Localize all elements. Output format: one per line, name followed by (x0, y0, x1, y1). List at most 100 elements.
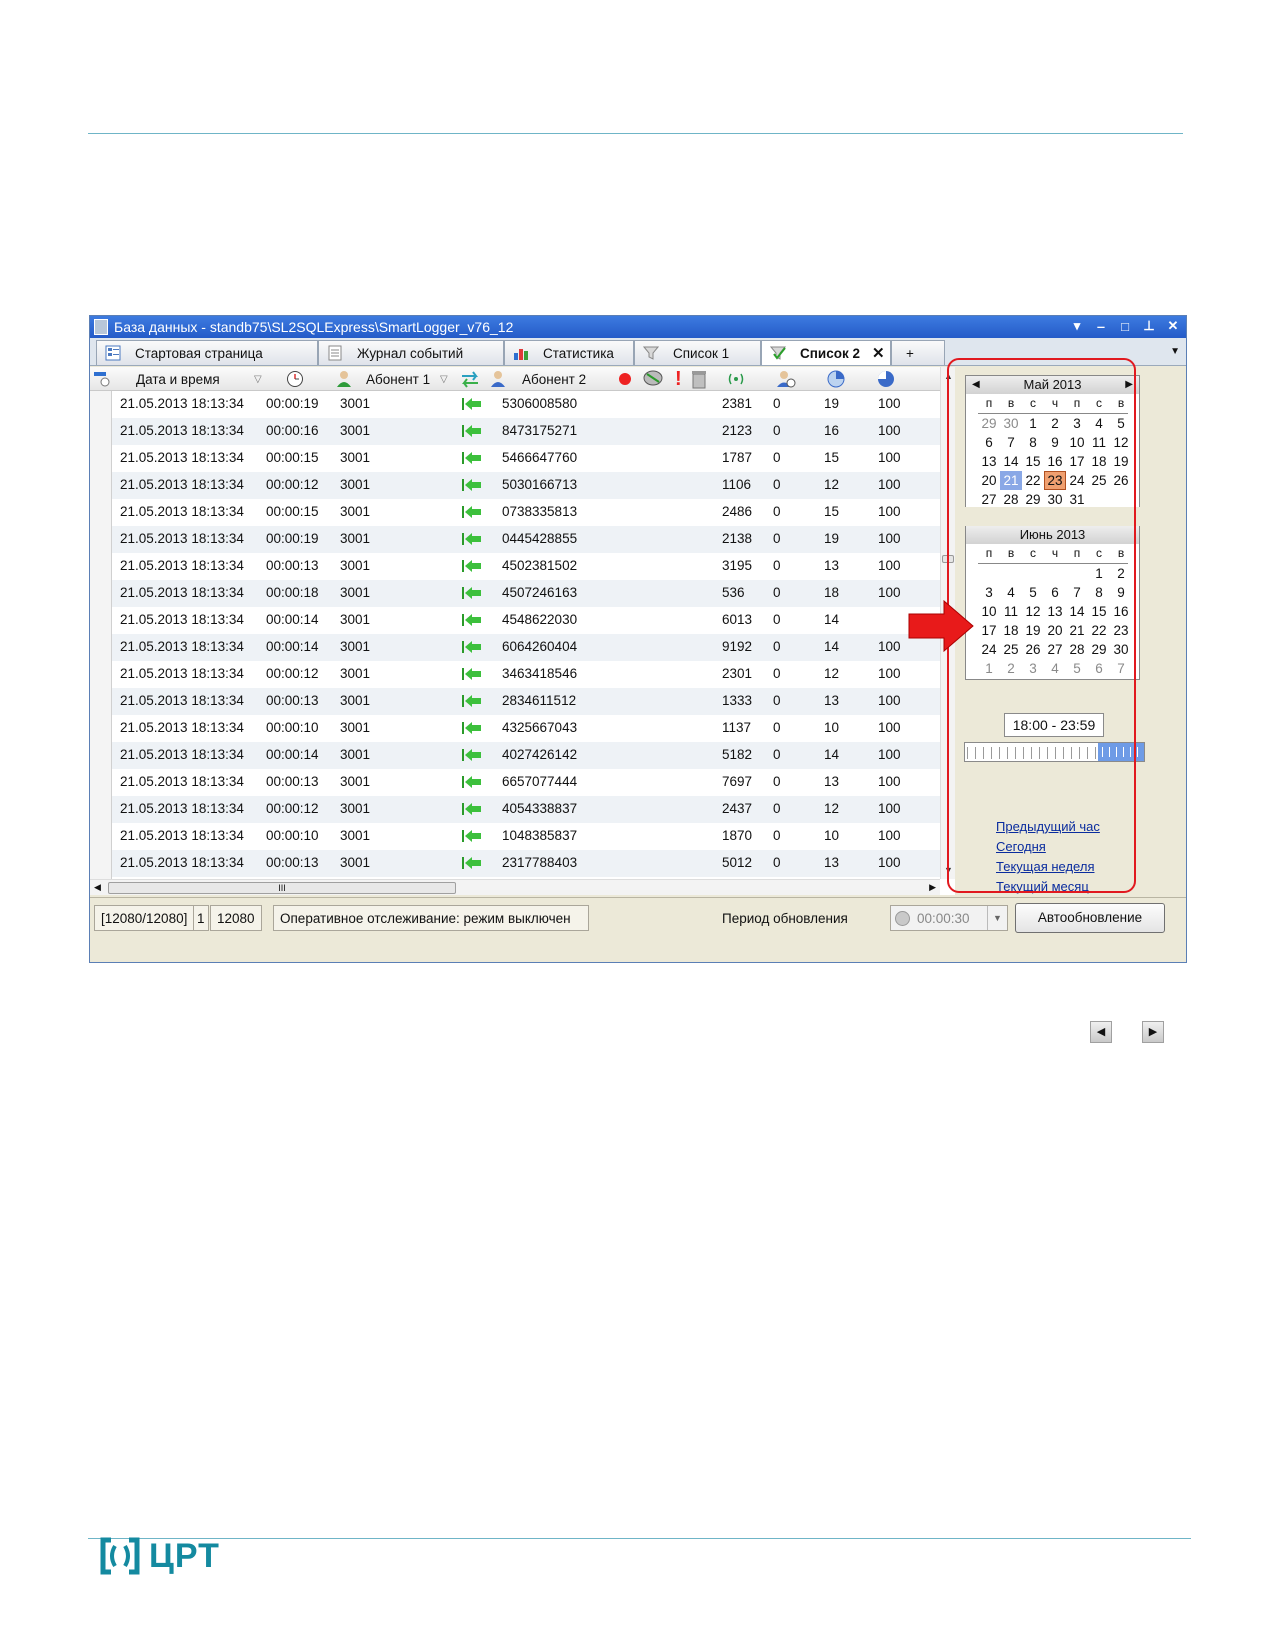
calendar-day[interactable]: 27 (1044, 640, 1066, 659)
link-today[interactable]: Сегодня (996, 837, 1100, 857)
calendar-day[interactable]: 6 (978, 433, 1000, 452)
calendar-day[interactable]: 8 (1088, 583, 1110, 602)
menu-dropdown-icon[interactable]: ▾ (1068, 317, 1086, 335)
row-selector[interactable] (90, 607, 112, 634)
calendar-day[interactable]: 4 (1000, 583, 1022, 602)
calendar-day[interactable]: 3 (1022, 659, 1044, 678)
filter-small-icon[interactable]: ▽ (440, 367, 448, 391)
horizontal-scrollbar[interactable]: ◀ III ▶ (90, 879, 940, 895)
table-row[interactable]: 21.05.2013 18:13:34 00:00:13 3001 231778840… (90, 850, 940, 877)
calendar-day[interactable]: 7 (1000, 433, 1022, 452)
calendar-day[interactable]: 5 (1066, 659, 1088, 678)
next-month-icon[interactable]: ▶ (1125, 376, 1133, 394)
tab-add[interactable]: + (891, 340, 945, 365)
calendar-day[interactable]: 20 (1044, 621, 1066, 640)
row-selector[interactable] (90, 580, 112, 607)
signal-icon[interactable] (725, 367, 747, 391)
operator-icon[interactable] (776, 367, 796, 391)
tab-event-journal[interactable]: Журнал событий (318, 340, 504, 365)
table-row[interactable]: 21.05.2013 18:13:34 00:00:14 3001 606426040… (90, 634, 940, 661)
table-row[interactable]: 21.05.2013 18:13:34 00:00:13 3001 665707744… (90, 769, 940, 796)
comment-icon[interactable] (642, 367, 664, 391)
scroll-thumb[interactable] (942, 555, 954, 563)
row-selector[interactable] (90, 715, 112, 742)
table-row[interactable]: 21.05.2013 18:13:34 00:00:16 3001 847317527… (90, 418, 940, 445)
table-row[interactable]: 21.05.2013 18:13:34 00:00:13 3001 450238150… (90, 553, 940, 580)
table-row[interactable]: 21.05.2013 18:13:34 00:00:12 3001 503016671… (90, 472, 940, 499)
trash-icon[interactable] (690, 367, 708, 391)
row-selector[interactable] (90, 769, 112, 796)
link-current-week[interactable]: Текущая неделя (996, 857, 1100, 877)
row-selector[interactable] (90, 418, 112, 445)
calendar-day[interactable]: 26 (1022, 640, 1044, 659)
calendar-day[interactable]: 16 (1110, 602, 1132, 621)
table-row[interactable]: 21.05.2013 18:13:34 00:00:15 3001 073833581… (90, 499, 940, 526)
calendar-day[interactable]: 27 (978, 490, 1000, 509)
table-row[interactable]: 21.05.2013 18:13:34 00:00:18 3001 450724616… (90, 580, 940, 607)
row-selector[interactable] (90, 823, 112, 850)
record-icon[interactable] (618, 367, 632, 391)
table-row[interactable]: 21.05.2013 18:13:34 00:00:10 3001 104838583… (90, 823, 940, 850)
table-row[interactable]: 21.05.2013 18:13:34 00:00:15 3001 546664776… (90, 445, 940, 472)
sort-icon[interactable]: ▽ (254, 367, 262, 391)
calendar-day[interactable]: 11 (1088, 433, 1110, 452)
calendar-day[interactable]: 22 (1022, 471, 1044, 490)
calendar-day[interactable]: 8 (1022, 433, 1044, 452)
row-selector[interactable] (90, 796, 112, 823)
link-previous-hour[interactable]: Предыдущий час (996, 817, 1100, 837)
column-header-abonent-1[interactable]: Абонент 1 (366, 367, 430, 391)
row-selector[interactable] (90, 634, 112, 661)
percent-pie-icon[interactable] (876, 367, 896, 391)
row-selector[interactable] (90, 499, 112, 526)
calendar-day[interactable]: 23 (1044, 471, 1066, 490)
time-range-slider[interactable] (964, 742, 1145, 762)
row-selector[interactable] (90, 526, 112, 553)
nav-right-button[interactable]: ▶ (1142, 1021, 1164, 1043)
calendar-day[interactable]: 26 (1110, 471, 1132, 490)
calendar-day[interactable]: 5 (1110, 414, 1132, 433)
calendar-day[interactable]: 20 (978, 471, 1000, 490)
calendar-day[interactable]: 30 (1000, 414, 1022, 433)
scroll-down-icon[interactable]: ▼ (944, 865, 953, 875)
calendar-day[interactable]: 3 (1066, 414, 1088, 433)
calendar-day[interactable]: 28 (1066, 640, 1088, 659)
calendar-day[interactable]: 21 (1000, 471, 1022, 490)
calendar-day[interactable]: 30 (1044, 490, 1066, 509)
duration-pie-icon[interactable] (826, 367, 846, 391)
table-row[interactable]: 21.05.2013 18:13:34 00:00:19 3001 530600858… (90, 391, 940, 418)
calendar-day[interactable]: 4 (1044, 659, 1066, 678)
calendar-day[interactable]: 13 (1044, 602, 1066, 621)
calendar-day[interactable]: 15 (1088, 602, 1110, 621)
tab-statistics[interactable]: Статистика (504, 340, 634, 365)
calendar-day[interactable]: 1 (1022, 414, 1044, 433)
tab-start-page[interactable]: Стартовая страница (96, 340, 318, 365)
calendar-day[interactable]: 30 (1110, 640, 1132, 659)
calendar-day[interactable]: 18 (1088, 452, 1110, 471)
table-row[interactable]: 21.05.2013 18:13:34 00:00:12 3001 346341854… (90, 661, 940, 688)
row-selector[interactable] (90, 742, 112, 769)
calendar-day[interactable]: 24 (978, 640, 1000, 659)
prev-month-icon[interactable]: ◀ (972, 376, 980, 394)
calendar-day[interactable]: 23 (1110, 621, 1132, 640)
calendar-day[interactable]: 19 (1022, 621, 1044, 640)
scroll-up-icon[interactable]: ▲ (944, 371, 953, 381)
scroll-thumb[interactable]: III (108, 882, 456, 894)
calendar-day[interactable]: 19 (1110, 452, 1132, 471)
row-selector[interactable] (90, 391, 112, 418)
row-selector[interactable] (90, 850, 112, 877)
row-selector[interactable] (90, 445, 112, 472)
calendar-day[interactable]: 5 (1022, 583, 1044, 602)
calendar-day[interactable]: 15 (1022, 452, 1044, 471)
calendar-day[interactable]: 21 (1066, 621, 1088, 640)
tab-list-1[interactable]: Список 1 (634, 340, 761, 365)
slider-selected-range[interactable] (1098, 743, 1144, 761)
table-row[interactable]: 21.05.2013 18:13:34 00:00:10 3001 432566704… (90, 715, 940, 742)
table-row[interactable]: 21.05.2013 18:13:34 00:00:12 3001 405433883… (90, 796, 940, 823)
nav-left-button[interactable]: ◀ (1090, 1021, 1112, 1043)
alert-icon[interactable]: ! (675, 367, 682, 391)
calendar-day[interactable]: 29 (1022, 490, 1044, 509)
calendar-day[interactable]: 10 (978, 602, 1000, 621)
calendar-day[interactable]: 18 (1000, 621, 1022, 640)
table-row[interactable]: 21.05.2013 18:13:34 00:00:13 3001 283461151… (90, 688, 940, 715)
calendar-day[interactable]: 22 (1088, 621, 1110, 640)
